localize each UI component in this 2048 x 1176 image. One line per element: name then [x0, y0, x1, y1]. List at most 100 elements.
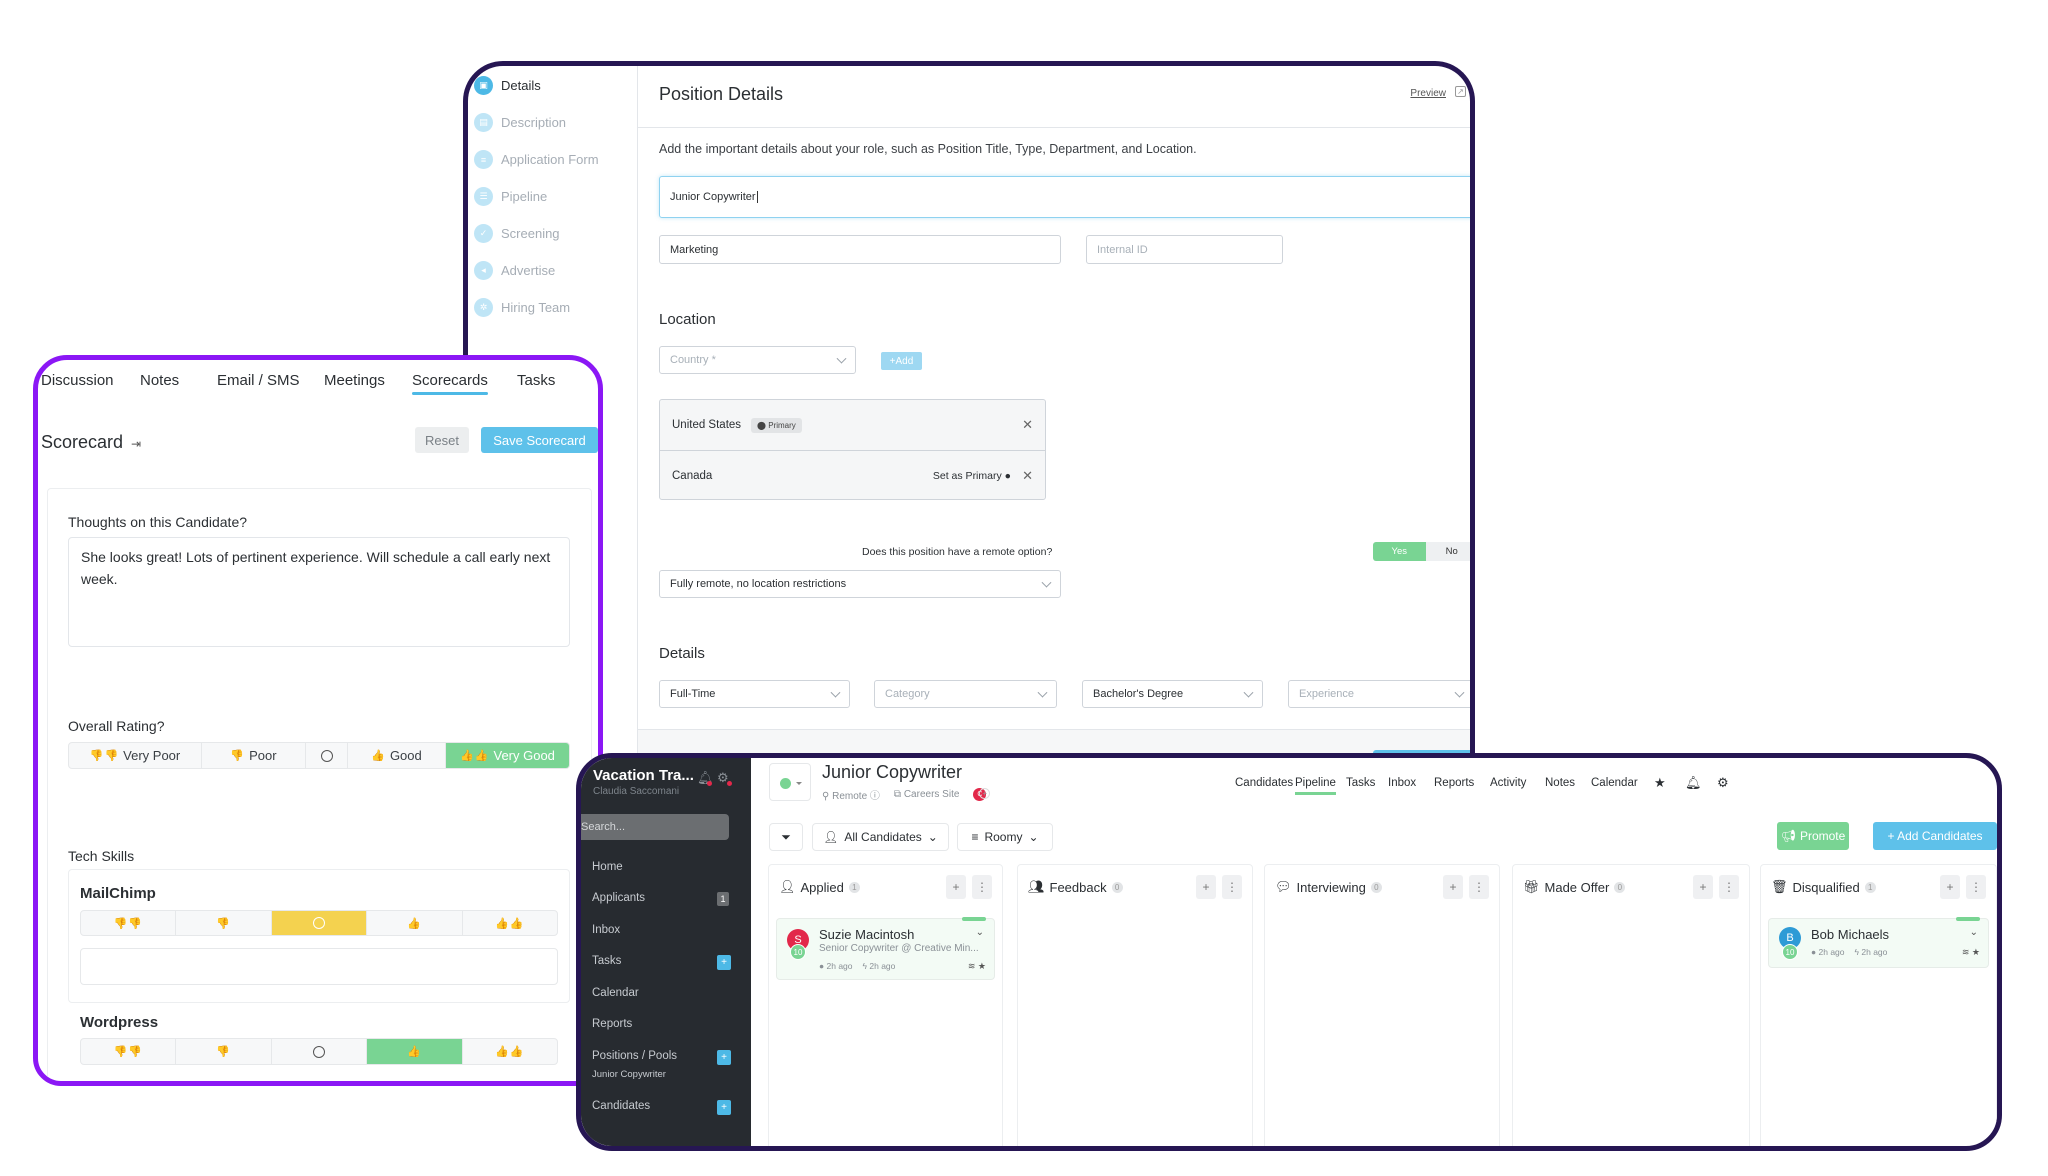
add-to-stage-button[interactable]: + — [1443, 875, 1463, 899]
tab-notes[interactable]: Notes — [140, 372, 179, 389]
topnav-activity[interactable]: Activity — [1490, 777, 1526, 789]
tab-meetings[interactable]: Meetings — [324, 372, 385, 389]
rss-icon[interactable]: ≋ — [968, 961, 976, 971]
rating-neutral[interactable] — [306, 743, 348, 768]
candidate-card[interactable]: S 10 Suzie Macintosh ⌄ Senior Copywriter… — [776, 917, 995, 980]
sidebar-item-applicants[interactable]: Applicants — [592, 892, 645, 904]
education-select[interactable]: Bachelor's Degree — [1082, 680, 1263, 708]
add-to-stage-button[interactable]: + — [1940, 875, 1960, 899]
sidebar-item-candidates[interactable]: Candidates — [592, 1100, 650, 1112]
topnav-inbox[interactable]: Inbox — [1388, 777, 1416, 789]
save-scorecard-button[interactable]: Save Scorecard — [481, 427, 598, 453]
stage-menu-button[interactable]: ⋮ — [1719, 875, 1739, 899]
star-icon[interactable]: ★ — [978, 961, 986, 971]
tab-email-sms[interactable]: Email / SMS — [217, 372, 300, 389]
mailchimp-rating-selector[interactable]: 👎👎 👎 👍 👍👍 — [80, 910, 558, 936]
rating-very-poor[interactable]: 👎👎 — [81, 1039, 177, 1064]
add-task-button[interactable]: + — [717, 955, 731, 970]
remote-yes-option[interactable]: Yes — [1373, 542, 1426, 561]
star-icon[interactable]: ★ — [1972, 947, 1980, 957]
rating-very-good[interactable]: 👍👍 Very Good — [446, 743, 569, 768]
add-location-button[interactable]: +Add — [881, 352, 922, 370]
rating-very-good[interactable]: 👍👍 — [463, 911, 557, 935]
rss-icon[interactable]: ≋ — [1962, 947, 1970, 957]
add-team-member-icon[interactable]: + — [979, 788, 991, 799]
sidebar-item-reports[interactable]: Reports — [592, 1018, 632, 1030]
stage-menu-button[interactable]: ⋮ — [1469, 875, 1489, 899]
remote-no-option[interactable]: No — [1425, 542, 1470, 561]
export-icon[interactable]: ⇥ — [131, 437, 141, 451]
bell-icon[interactable]: 🔔︎ — [1685, 775, 1702, 791]
tab-scorecards[interactable]: Scorecards — [412, 372, 488, 395]
stage-menu-button[interactable]: ⋮ — [972, 875, 992, 899]
step-screening[interactable]: ✓ Screening — [474, 224, 560, 243]
rating-poor[interactable]: 👎 Poor — [202, 743, 306, 768]
organization-name[interactable]: Vacation Tra... — [593, 767, 694, 784]
density-dropdown[interactable]: ≡ Roomy ⌄ — [957, 823, 1053, 851]
step-description[interactable]: ▤ Description — [474, 113, 566, 132]
gear-icon[interactable]: ⚙ — [1717, 775, 1729, 791]
sidebar-item-tasks[interactable]: Tasks — [592, 955, 621, 967]
step-application-form[interactable]: ≡ Application Form — [474, 150, 599, 169]
topnav-notes[interactable]: Notes — [1545, 777, 1575, 789]
remove-location-icon[interactable]: ✕ — [1022, 468, 1033, 484]
sidebar-subitem-position[interactable]: Junior Copywriter — [592, 1069, 666, 1080]
rating-neutral[interactable] — [271, 911, 368, 935]
star-icon[interactable]: ★ — [1654, 775, 1666, 791]
candidate-card[interactable]: B 10 Bob Michaels ⌄ ● 2h ago ϟ 2h ago ≋ … — [1768, 917, 1989, 968]
step-advertise[interactable]: ◂ Advertise — [474, 261, 555, 280]
topnav-candidates[interactable]: Candidates — [1235, 777, 1293, 789]
add-candidates-button[interactable]: + Add Candidates — [1873, 822, 1997, 850]
country-select[interactable]: Country * — [659, 346, 856, 374]
chevron-down-icon[interactable]: ⌄ — [976, 927, 984, 938]
internal-id-input[interactable]: Internal ID — [1086, 235, 1283, 264]
rating-very-poor[interactable]: 👎👎 Very Poor — [69, 743, 202, 768]
rating-neutral[interactable] — [272, 1039, 368, 1064]
filter-button[interactable]: ⏷ — [769, 823, 803, 851]
sidebar-item-inbox[interactable]: Inbox — [592, 924, 620, 936]
topnav-pipeline[interactable]: Pipeline — [1295, 777, 1336, 795]
info-icon[interactable]: ⓘ — [870, 791, 880, 802]
mailchimp-comment-input[interactable] — [80, 948, 558, 985]
reset-button[interactable]: Reset — [415, 427, 469, 453]
stage-menu-button[interactable]: ⋮ — [1222, 875, 1242, 899]
category-select[interactable]: Category — [874, 680, 1057, 708]
sidebar-item-calendar[interactable]: Calendar — [592, 987, 639, 999]
remote-toggle[interactable]: Yes No — [1373, 542, 1470, 561]
add-to-stage-button[interactable]: + — [1196, 875, 1216, 899]
rating-very-poor[interactable]: 👎👎 — [81, 911, 177, 935]
overall-rating-selector[interactable]: 👎👎 Very Poor 👎 Poor 👍 Good 👍👍 Very Good — [68, 742, 570, 769]
step-details[interactable]: ▣ Details — [474, 76, 541, 95]
hiring-team-avatars[interactable]: C + — [973, 788, 991, 801]
remove-location-icon[interactable]: ✕ — [1022, 417, 1033, 433]
all-candidates-dropdown[interactable]: 👤︎ All Candidates ⌄ — [812, 823, 949, 851]
external-link-icon[interactable]: ↗ — [1455, 86, 1466, 97]
position-title-input[interactable]: Junior Copywriter — [659, 176, 1470, 218]
rating-poor[interactable]: 👎 — [176, 911, 272, 935]
add-position-button[interactable]: + — [717, 1050, 731, 1065]
candidate-name[interactable]: Bob Michaels — [1811, 927, 1889, 942]
tab-tasks[interactable]: Tasks — [517, 372, 555, 389]
topnav-reports[interactable]: Reports — [1434, 777, 1474, 789]
department-input[interactable]: Marketing — [659, 235, 1061, 264]
topnav-tasks[interactable]: Tasks — [1346, 777, 1375, 789]
position-status-dropdown[interactable] — [769, 763, 811, 801]
set-primary-button[interactable]: Set as Primary ● — [933, 470, 1011, 482]
stage-menu-button[interactable]: ⋮ — [1966, 875, 1986, 899]
preview-link[interactable]: Preview — [1410, 88, 1446, 99]
add-to-stage-button[interactable]: + — [946, 875, 966, 899]
topnav-calendar[interactable]: Calendar — [1591, 777, 1638, 789]
rating-very-good[interactable]: 👍👍 — [463, 1039, 557, 1064]
rating-good[interactable]: 👍 Good — [348, 743, 446, 768]
wordpress-rating-selector[interactable]: 👎👎 👎 👍 👍👍 — [80, 1038, 558, 1065]
rating-poor[interactable]: 👎 — [176, 1039, 272, 1064]
add-to-stage-button[interactable]: + — [1693, 875, 1713, 899]
promote-button[interactable]: 📢︎ Promote — [1777, 822, 1849, 850]
tab-discussion[interactable]: Discussion — [41, 372, 114, 389]
thoughts-textarea[interactable]: She looks great! Lots of pertinent exper… — [68, 537, 570, 647]
step-hiring-team[interactable]: ✲ Hiring Team — [474, 298, 570, 317]
experience-select[interactable]: Experience — [1288, 680, 1470, 708]
step-pipeline[interactable]: ☰ Pipeline — [474, 187, 547, 206]
add-candidate-sidebar-button[interactable]: + — [717, 1100, 731, 1115]
sidebar-item-positions[interactable]: Positions / Pools — [592, 1050, 677, 1062]
